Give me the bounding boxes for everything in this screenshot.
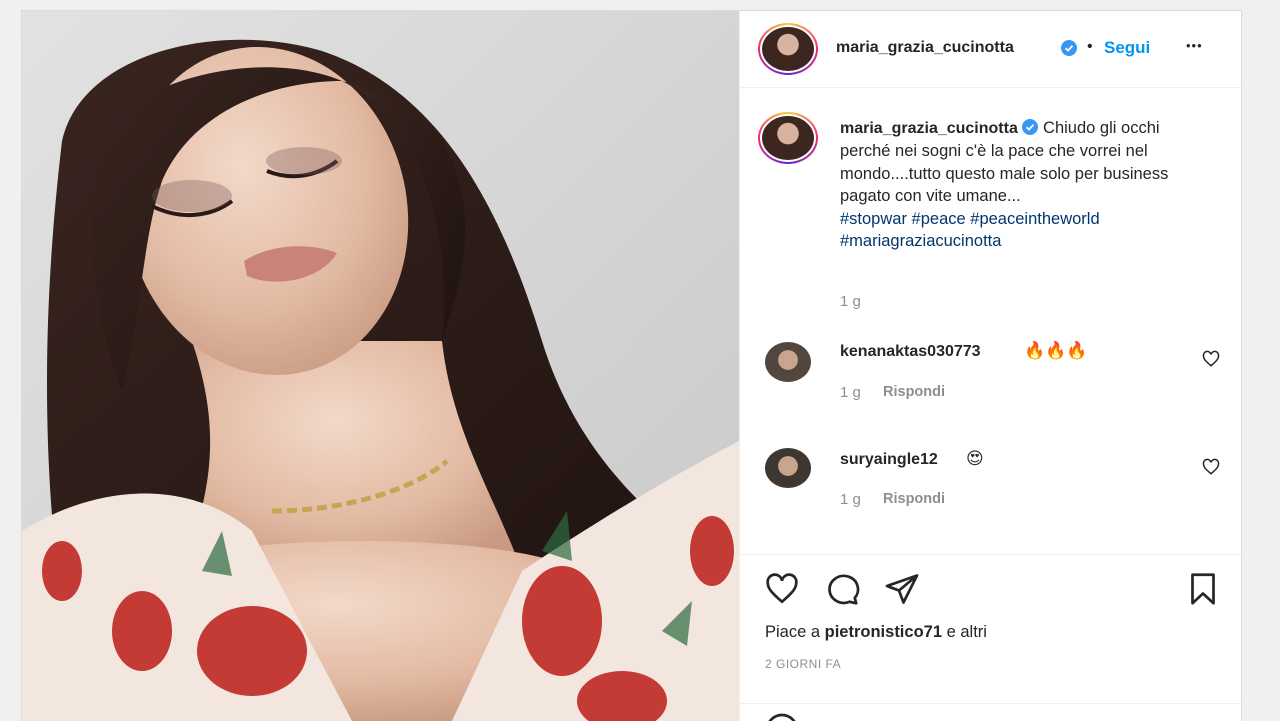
- comment-text: 🔥🔥🔥: [1024, 341, 1088, 360]
- add-comment-bar[interactable]: [740, 703, 1241, 721]
- comment-username[interactable]: kenanaktas030773: [840, 343, 981, 361]
- post-date: 2 GIORNI FA: [765, 657, 842, 671]
- caption-block: maria_grazia_cucinotta Chiudo gli occhi …: [840, 117, 1200, 252]
- likes-summary: Piace a pietronistico71 e altri: [765, 623, 987, 642]
- bookmark-icon[interactable]: [1185, 571, 1221, 607]
- send-icon[interactable]: [884, 571, 920, 607]
- comment-text: 😍: [966, 449, 984, 468]
- follow-button[interactable]: Segui: [1104, 38, 1150, 58]
- comment-avatar[interactable]: [765, 342, 811, 382]
- likes-user-link[interactable]: pietronistico71: [825, 623, 942, 641]
- caption-username[interactable]: maria_grazia_cucinotta: [840, 120, 1018, 137]
- comment-username[interactable]: suryaingle12: [840, 451, 938, 469]
- reply-button[interactable]: Rispondi: [883, 384, 945, 400]
- post-header: maria_grazia_cucinotta • Segui •••: [740, 11, 1241, 88]
- comment-like-heart-icon[interactable]: [1202, 350, 1220, 368]
- hashtag-link[interactable]: #stopwar: [840, 210, 907, 228]
- reply-button[interactable]: Rispondi: [883, 491, 945, 507]
- hashtag-link[interactable]: #peaceintheworld: [970, 210, 1099, 228]
- likes-prefix: Piace a: [765, 623, 821, 641]
- post-photo[interactable]: [22, 11, 739, 721]
- comment-age: 1 g: [840, 491, 861, 508]
- verified-badge-icon: [1061, 40, 1077, 56]
- heart-icon[interactable]: [764, 571, 800, 607]
- hashtag-link[interactable]: #peace: [912, 210, 966, 228]
- instagram-post: maria_grazia_cucinotta • Segui ••• maria…: [21, 10, 1242, 721]
- comment-like-heart-icon[interactable]: [1202, 458, 1220, 476]
- header-separator: •: [1087, 38, 1093, 55]
- comment-age: 1 g: [840, 384, 861, 401]
- hashtag-link[interactable]: #mariagraziacucinotta: [840, 232, 1001, 250]
- more-options-icon[interactable]: •••: [1186, 38, 1203, 53]
- post-photo-image: [22, 11, 739, 721]
- verified-badge-icon: [1022, 119, 1039, 135]
- comment-avatar[interactable]: [765, 448, 811, 488]
- likes-suffix[interactable]: e altri: [947, 623, 987, 641]
- post-side-panel: maria_grazia_cucinotta • Segui ••• maria…: [739, 11, 1241, 721]
- caption-age: 1 g: [840, 293, 861, 310]
- author-avatar[interactable]: [758, 23, 818, 75]
- author-username[interactable]: maria_grazia_cucinotta: [836, 39, 1014, 57]
- caption-avatar[interactable]: [758, 112, 818, 164]
- comment-icon[interactable]: [824, 571, 860, 607]
